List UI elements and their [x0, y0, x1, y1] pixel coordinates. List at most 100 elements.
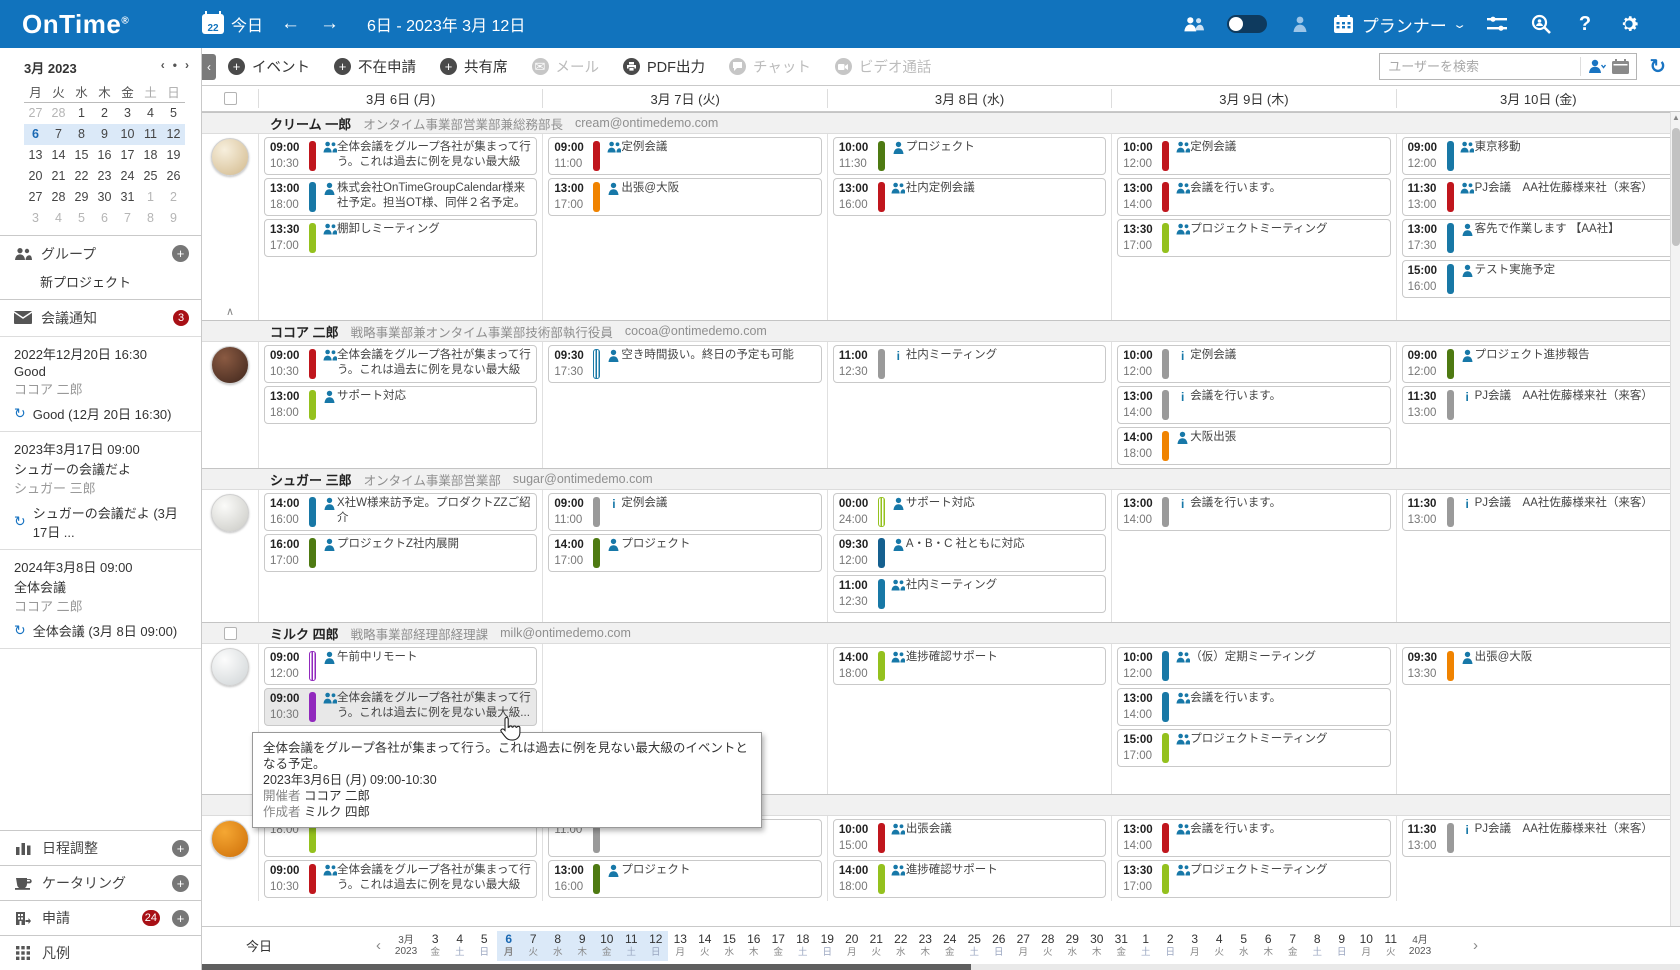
event-card[interactable]: 09:0010:30全体会議をグループ各社が集まって行う。これは過去に例を見ない… [264, 860, 537, 898]
calendar-day[interactable]: 21 [47, 166, 70, 187]
timeline-month-start[interactable]: 3月2023 [389, 935, 423, 957]
event-card[interactable]: 13:0014:00i会議を行います。 [1117, 386, 1390, 424]
timeline-day[interactable]: 29水 [1060, 931, 1085, 961]
day-cell[interactable]: 10:0012:00定例会議13:0014:00会議を行います。13:3017:… [1111, 134, 1395, 320]
sidebar-item-request[interactable]: 申請24+ [0, 900, 201, 935]
event-card[interactable]: 13:0017:00出張@大阪 [548, 178, 821, 216]
calendar-day[interactable]: 20 [24, 166, 47, 187]
calendar-day[interactable]: 8 [70, 124, 93, 145]
timeline-day[interactable]: 22水 [889, 931, 914, 961]
calendar-day[interactable]: 27 [24, 103, 47, 124]
display-settings-icon[interactable] [1486, 13, 1508, 35]
calendar-day[interactable]: 15 [70, 145, 93, 166]
timeline-day[interactable]: 27月 [1011, 931, 1036, 961]
event-card[interactable]: 14:0018:00進捗確認サポート [833, 860, 1106, 898]
timeline-day[interactable]: 28火 [1036, 931, 1061, 961]
day-cell[interactable]: 11:3013:00iPJ会議 AA社佐藤様来社（来客） [1396, 816, 1680, 901]
toolbar-button-print[interactable]: PDF出力 [623, 56, 705, 77]
notification-item[interactable]: 2022年12月20日 16:30Goodココア 二郎↻Good (12月 20… [0, 337, 201, 432]
event-card[interactable]: 13:3017:00プロジェクトミーティング [1117, 860, 1390, 898]
next-week-arrow[interactable]: → [318, 13, 341, 35]
calendar-day[interactable]: 28 [47, 103, 70, 124]
timeline-day[interactable]: 2日 [1158, 931, 1183, 961]
calendar-day[interactable]: 4 [47, 208, 70, 229]
calendar-day[interactable]: 5 [162, 103, 185, 124]
day-cell[interactable]: 13:0014:00会議を行います。13:3017:00プロジェクトミーティング [1111, 816, 1395, 901]
event-card[interactable]: 09:0011:00定例会議 [548, 137, 821, 175]
event-card[interactable]: 09:3012:00A・B・C 社ともに対応 [833, 534, 1106, 572]
event-card[interactable]: 13:3017:00棚卸しミーティング [264, 219, 537, 257]
event-card[interactable]: 15:0016:00テスト実施予定 [1402, 260, 1675, 298]
mini-calendar-today-dot[interactable]: • [173, 58, 177, 77]
day-cell[interactable]: 10:0012:00（仮）定期ミーティング13:0014:00会議を行います。1… [1111, 644, 1395, 794]
notification-reply[interactable]: ↻シュガーの会議だよ (3月 17日 ... [14, 503, 191, 541]
sidebar-item-bar-chart[interactable]: 日程調整+ [0, 830, 201, 865]
event-card[interactable]: 13:0014:00会議を行います。 [1117, 688, 1390, 726]
add-group-button[interactable]: + [172, 245, 189, 262]
event-card[interactable]: 13:0017:30客先で作業します 【AA社】 [1402, 219, 1675, 257]
sidebar-collapse-tab[interactable]: ‹ [202, 54, 216, 80]
day-cell[interactable]: 14:0018:00進捗確認サポート [827, 644, 1111, 794]
calendar-day[interactable]: 8 [139, 208, 162, 229]
calendar-day[interactable]: 22 [70, 166, 93, 187]
day-cell[interactable]: 10:0015:00出張会議14:0018:00進捗確認サポート [827, 816, 1111, 901]
event-card[interactable]: 13:0014:00会議を行います。 [1117, 819, 1390, 857]
group-person-toggle[interactable] [1227, 15, 1267, 33]
day-cell[interactable]: 09:0010:30全体会議をグループ各社が集まって行う。これは過去に例を見ない… [258, 342, 542, 468]
timeline-day[interactable]: 8水 [546, 931, 571, 961]
horizontal-scrollbar-thumb[interactable] [202, 964, 971, 970]
calendar-day[interactable]: 31 [116, 187, 139, 208]
toolbar-button-plus[interactable]: +不在申請 [334, 56, 416, 77]
timeline-day[interactable]: 4火 [1207, 931, 1232, 961]
calendar-day[interactable]: 18 [139, 145, 162, 166]
event-card[interactable]: 14:0018:00大阪出張 [1117, 427, 1390, 465]
select-all-checkbox[interactable] [224, 92, 237, 105]
timeline-day[interactable]: 30木 [1085, 931, 1110, 961]
event-card[interactable]: 10:0011:30プロジェクト [833, 137, 1106, 175]
event-card[interactable]: 15:0017:00プロジェクトミーティング [1117, 729, 1390, 767]
timeline-day[interactable]: 9日 [1330, 931, 1355, 961]
timeline-day[interactable]: 10金 [595, 931, 620, 961]
event-card[interactable]: 09:0010:30全体会議をグループ各社が集まって行う。これは過去に例を見ない… [264, 137, 537, 175]
timeline-day[interactable]: 13月 [668, 931, 693, 961]
calendar-day[interactable]: 29 [70, 187, 93, 208]
view-selector[interactable]: プランナー ⌄ [1333, 12, 1464, 37]
timeline-day[interactable]: 26日 [987, 931, 1012, 961]
refresh-icon[interactable]: ↻ [1649, 54, 1666, 79]
timeline-day[interactable]: 31金 [1109, 931, 1134, 961]
timeline-month-end[interactable]: 4月2023 [1403, 935, 1437, 957]
collapse-row-button[interactable]: ∧ [202, 305, 258, 318]
calendar-day[interactable]: 28 [47, 187, 70, 208]
timeline-day[interactable]: 25土 [962, 931, 987, 961]
timeline-day[interactable]: 20月 [840, 931, 865, 961]
toolbar-button-plus[interactable]: +共有席 [440, 56, 508, 77]
calendar-day[interactable]: 30 [93, 187, 116, 208]
calendar-day[interactable]: 9 [93, 124, 116, 145]
calendar-day[interactable]: 6 [24, 124, 47, 145]
timeline-day[interactable]: 9木 [570, 931, 595, 961]
timeline-day[interactable]: 3金 [423, 931, 448, 961]
event-card[interactable]: 11:3013:00PJ会議 AA社佐藤様来社（来客） [1402, 178, 1675, 216]
event-card[interactable]: 10:0015:00出張会議 [833, 819, 1106, 857]
timeline-day[interactable]: 11火 [1379, 931, 1404, 961]
group-item[interactable]: 新プロジェクト [0, 272, 201, 299]
timeline-next-arrow[interactable]: › [1463, 937, 1488, 954]
day-cell[interactable]: 10:0011:30プロジェクト13:0016:00社内定例会議 [827, 134, 1111, 320]
timeline-day[interactable]: 18土 [791, 931, 816, 961]
timeline-day[interactable]: 5水 [1232, 931, 1257, 961]
event-card[interactable]: 11:3013:00iPJ会議 AA社佐藤様来社（来客） [1402, 493, 1675, 531]
day-cell[interactable]: 10:0012:00i定例会議13:0014:00i会議を行います。14:001… [1111, 342, 1395, 468]
prev-week-arrow[interactable]: ← [279, 13, 302, 35]
user-search-input[interactable] [1380, 59, 1580, 74]
group-view-icon[interactable] [1183, 13, 1205, 35]
calendar-day[interactable]: 14 [47, 145, 70, 166]
timeline-day[interactable]: 12日 [644, 931, 669, 961]
event-card[interactable]: 09:0012:00プロジェクト進捗報告 [1402, 345, 1675, 383]
timeline-day[interactable]: 6月 [497, 931, 522, 961]
person-checkbox[interactable] [224, 627, 237, 640]
user-search-icon[interactable] [1530, 13, 1552, 35]
day-cell[interactable]: 14:0016:00X社W様来訪予定。プロダクトZZご紹介16:0017:00プ… [258, 490, 542, 622]
calendar-day[interactable]: 7 [47, 124, 70, 145]
timeline-day[interactable]: 24金 [938, 931, 963, 961]
timeline-day[interactable]: 21火 [864, 931, 889, 961]
